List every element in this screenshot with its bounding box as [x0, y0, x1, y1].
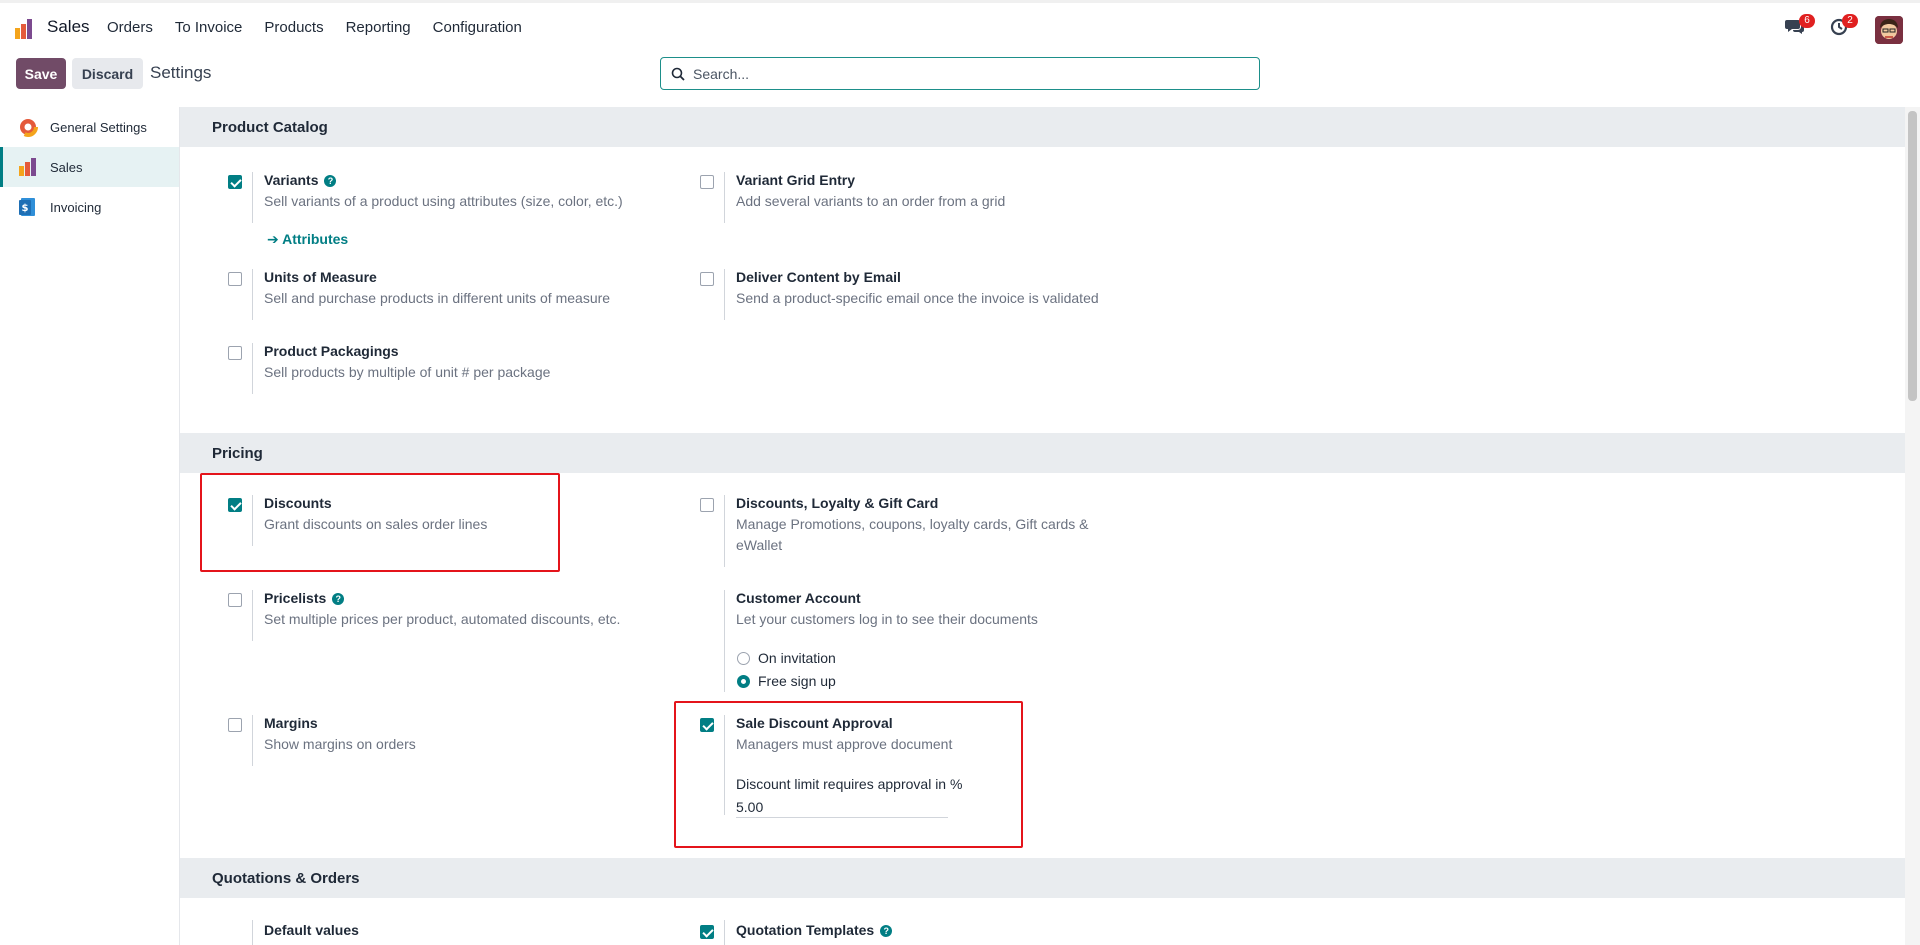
section-header-product-catalog: Product Catalog	[180, 107, 1905, 147]
divider	[724, 590, 725, 692]
attributes-link[interactable]: ➔ Attributes	[267, 231, 348, 248]
setting-title: Quotation Templates?	[736, 922, 893, 938]
messages-icon[interactable]: 6	[1785, 14, 1815, 40]
setting-description: Set multiple prices per product, automat…	[264, 611, 621, 627]
sales-app-icon	[19, 158, 36, 176]
section-title: Quotations & Orders	[212, 870, 360, 887]
setting-title: Units of Measure	[264, 269, 377, 285]
activities-badge: 2	[1842, 14, 1858, 28]
section-header-pricing: Pricing	[180, 433, 1905, 473]
radio-label: On invitation	[758, 650, 836, 666]
setting-title: Customer Account	[736, 590, 861, 606]
search-input[interactable]	[693, 64, 1243, 84]
menu-reporting[interactable]: Reporting	[346, 19, 411, 36]
discard-button[interactable]: Discard	[72, 58, 143, 89]
top-navbar: Sales Orders To Invoice Products Reporti…	[0, 0, 1920, 51]
main-menu: Orders To Invoice Products Reporting Con…	[107, 19, 544, 36]
radio-label: Free sign up	[758, 673, 836, 689]
divider	[252, 343, 253, 394]
svg-text:$: $	[22, 203, 29, 214]
setting-title: Margins	[264, 715, 318, 731]
sidebar-item-invoicing[interactable]: $ Invoicing	[0, 187, 179, 227]
divider	[252, 920, 253, 945]
menu-products[interactable]: Products	[264, 19, 323, 36]
settings-content: Product Catalog Variants? Sell variants …	[180, 107, 1905, 945]
pricelists-checkbox[interactable]	[228, 593, 242, 607]
divider	[252, 590, 253, 641]
sidebar-item-label: General Settings	[50, 119, 147, 135]
highlight-box-sale-discount-approval	[674, 701, 1023, 848]
search-bar	[660, 57, 1260, 90]
margins-checkbox[interactable]	[228, 718, 242, 732]
app-name[interactable]: Sales	[47, 17, 90, 37]
free-sign-up-radio[interactable]	[737, 675, 750, 688]
setting-title: Variant Grid Entry	[736, 172, 856, 188]
divider	[252, 715, 253, 766]
page-title: Settings	[150, 63, 212, 82]
sidebar-item-general-settings[interactable]: General Settings	[0, 107, 179, 147]
on-invitation-radio[interactable]	[737, 652, 750, 665]
menu-orders[interactable]: Orders	[107, 19, 153, 36]
divider	[724, 920, 725, 945]
sidebar-item-label: Invoicing	[50, 199, 102, 215]
sidebar-item-sales[interactable]: Sales	[0, 147, 179, 187]
divider	[724, 269, 725, 320]
setting-title: Discounts, Loyalty & Gift Card	[736, 495, 939, 511]
variant-grid-checkbox[interactable]	[700, 175, 714, 189]
help-icon[interactable]: ?	[332, 593, 345, 605]
setting-title: Deliver Content by Email	[736, 269, 901, 285]
settings-sidebar: General Settings Sales $ Invoicing	[0, 107, 180, 945]
scrollbar-thumb[interactable]	[1908, 111, 1917, 401]
setting-title: Default values	[264, 922, 359, 938]
setting-description: Manage Promotions, coupons, loyalty card…	[736, 516, 1089, 553]
search-icon	[671, 67, 685, 81]
sidebar-item-label: Sales	[50, 159, 83, 175]
user-avatar[interactable]	[1875, 16, 1903, 44]
setting-description: Send a product-specific email once the i…	[736, 290, 1099, 306]
section-header-quotations-orders: Quotations & Orders	[180, 858, 1905, 898]
menu-configuration[interactable]: Configuration	[433, 19, 522, 36]
arrow-right-icon: ➔	[267, 231, 283, 247]
help-icon[interactable]: ?	[324, 175, 337, 187]
setting-description: Sell products by multiple of unit # per …	[264, 364, 551, 380]
save-button[interactable]: Save	[16, 58, 66, 89]
packagings-checkbox[interactable]	[228, 346, 242, 360]
general-settings-icon	[18, 117, 38, 137]
quotation-templates-checkbox[interactable]	[700, 925, 714, 939]
divider	[252, 172, 253, 223]
setting-description: Sell variants of a product using attribu…	[264, 193, 623, 209]
divider	[724, 495, 725, 567]
setting-title: Variants?	[264, 172, 337, 188]
section-title: Product Catalog	[212, 119, 328, 136]
variants-checkbox[interactable]	[228, 175, 242, 189]
setting-description: Let your customers log in to see their d…	[736, 611, 1038, 627]
messages-badge: 6	[1799, 14, 1815, 28]
highlight-box-discounts	[200, 473, 560, 572]
loyalty-checkbox[interactable]	[700, 498, 714, 512]
sales-app-logo-icon[interactable]	[14, 18, 36, 40]
help-icon[interactable]: ?	[880, 925, 893, 937]
menu-to-invoice[interactable]: To Invoice	[175, 19, 243, 36]
invoicing-app-icon: $	[19, 198, 35, 216]
setting-description: Sell and purchase products in different …	[264, 290, 611, 306]
divider	[252, 269, 253, 320]
section-title: Pricing	[212, 445, 263, 462]
setting-description: Add several variants to an order from a …	[736, 193, 1006, 209]
activities-clock-icon[interactable]: 2	[1830, 14, 1858, 40]
uom-checkbox[interactable]	[228, 272, 242, 286]
deliver-email-checkbox[interactable]	[700, 272, 714, 286]
setting-description: Show margins on orders	[264, 736, 416, 752]
divider	[724, 172, 725, 223]
setting-title: Pricelists?	[264, 590, 345, 606]
setting-title: Product Packagings	[264, 343, 399, 359]
